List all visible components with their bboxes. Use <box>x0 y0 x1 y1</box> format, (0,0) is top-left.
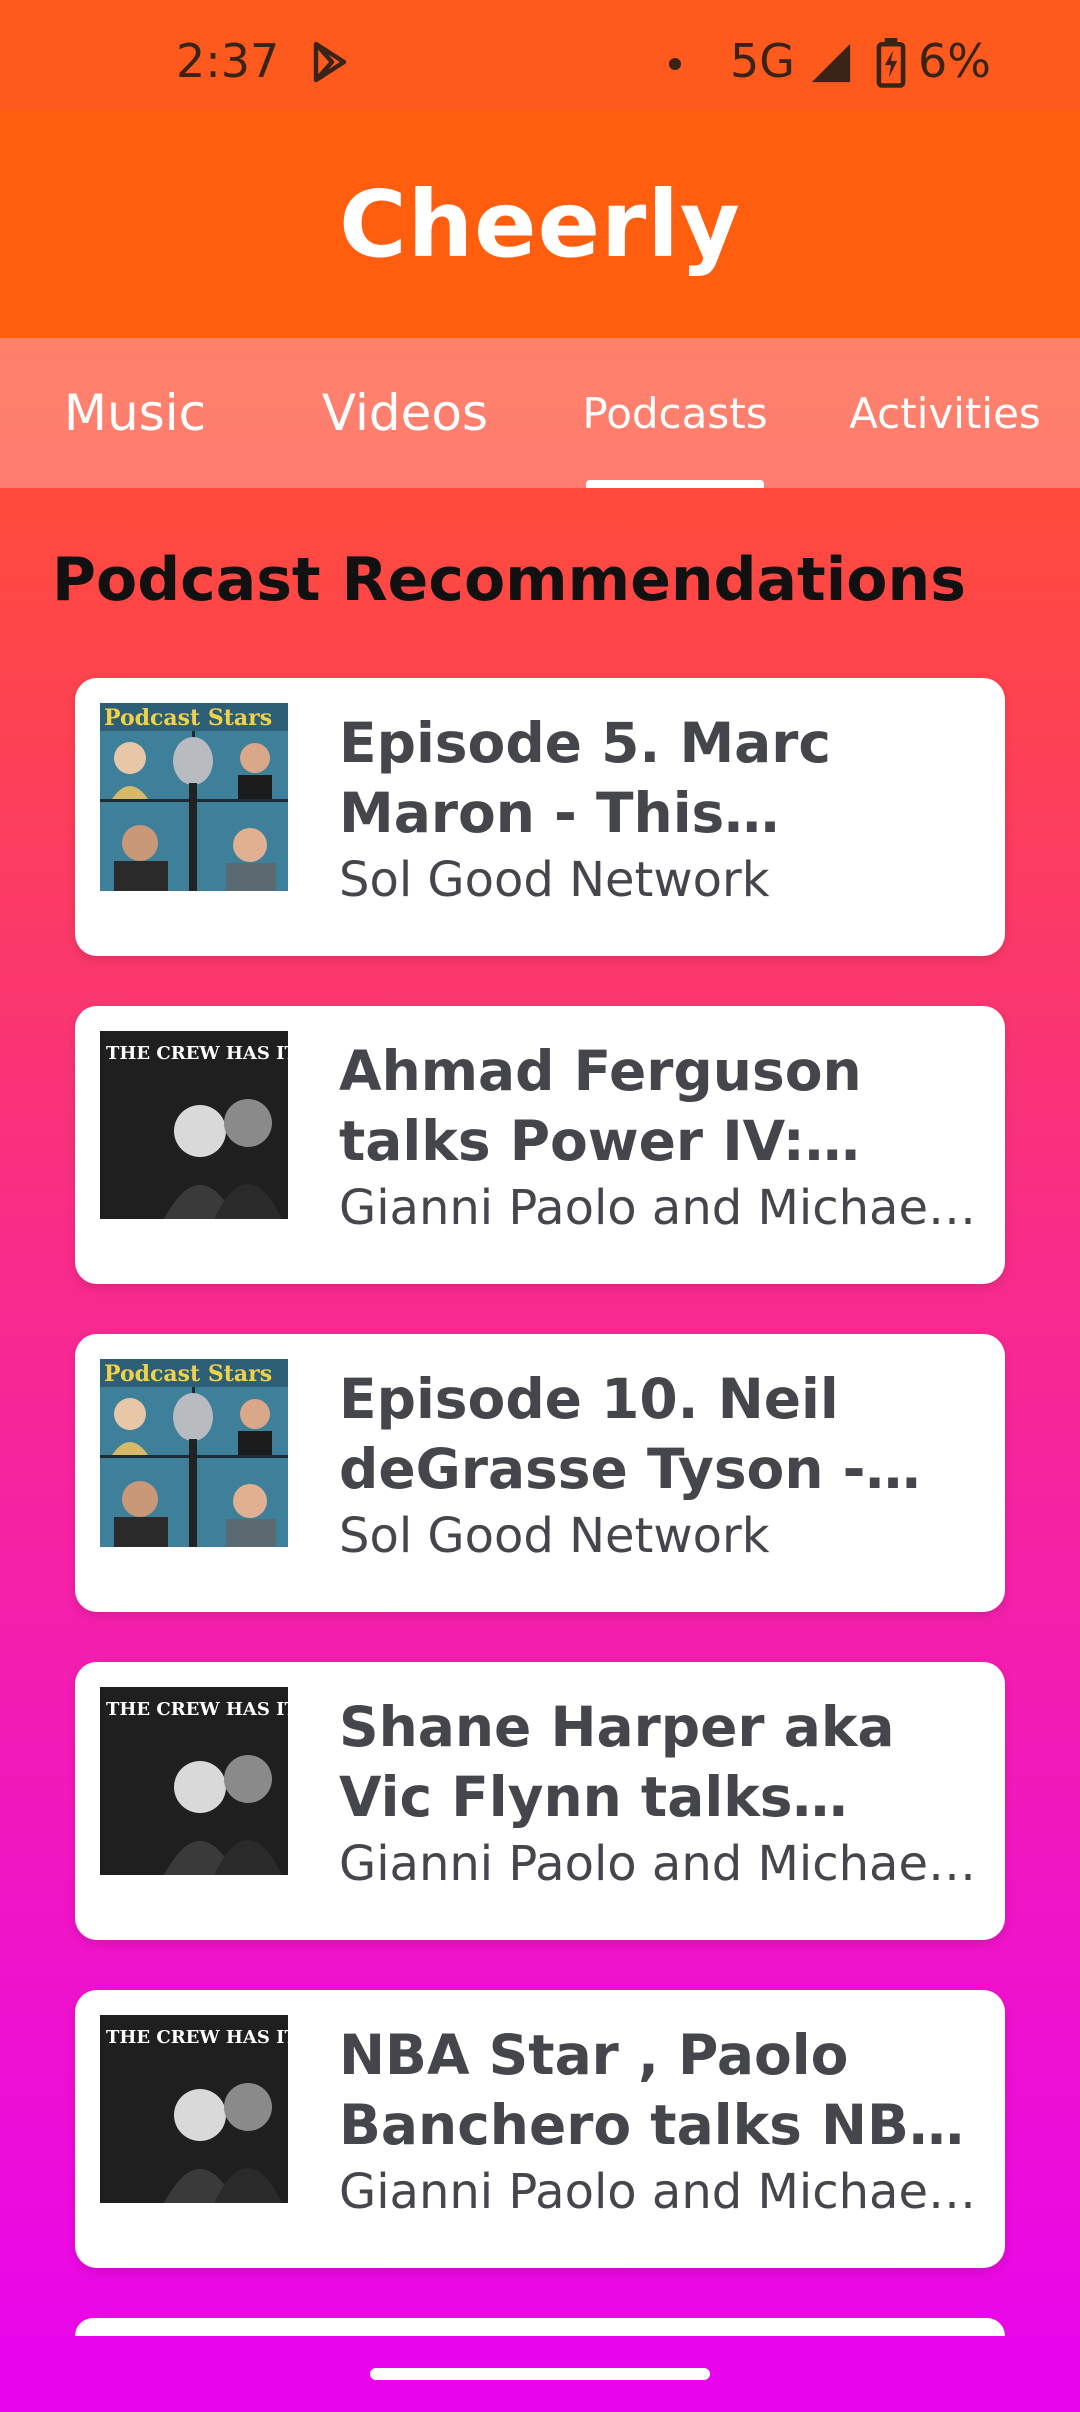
episode-title: NBA Star , Paolo Banchero talks NBA Draf… <box>339 2023 952 2157</box>
signal-icon <box>811 43 851 83</box>
svg-text:THE CREW HAS IT: THE CREW HAS IT <box>106 2027 288 2048</box>
tab-podcasts[interactable]: Podcasts <box>540 338 810 488</box>
svg-text:Podcast Stars: Podcast Stars <box>104 1361 272 1387</box>
crew-has-it-artwork: THE CREW HAS IT <box>100 1687 288 1875</box>
section-title: Podcast Recommendations <box>52 545 966 615</box>
podcast-stars-artwork: Podcast Stars <box>100 703 288 891</box>
podcast-card[interactable]: THE CREW HAS IT Shane Harper aka Vic Fly… <box>75 1662 1005 1940</box>
svg-text:THE CREW HAS IT: THE CREW HAS IT <box>106 1043 288 1064</box>
status-bar: 2:37 5G 6% <box>0 0 1080 110</box>
podcast-card[interactable]: Podcast Stars Episode 10. Neil deGrasse … <box>75 1334 1005 1612</box>
network-type: 5G <box>730 34 795 88</box>
crew-has-it-artwork: THE CREW HAS IT <box>100 2015 288 2203</box>
svg-text:THE CREW HAS IT: THE CREW HAS IT <box>106 1699 288 1720</box>
episode-title: Shane Harper aka Vic Flynn talks Power I… <box>339 1695 895 1829</box>
episode-author: Gianni Paolo and Michael Rainey Jr. <box>339 1836 989 1892</box>
episode-title: Ahmad Ferguson talks Power IV: Force <box>339 1039 862 1173</box>
tab-videos[interactable]: Videos <box>270 338 540 488</box>
tab-activities[interactable]: Activities <box>810 338 1080 488</box>
tab-selected-indicator <box>586 480 764 488</box>
podcast-stars-artwork: Podcast Stars <box>100 1359 288 1547</box>
podcast-card[interactable]: THE CREW HAS IT Ahmad Ferguson talks Pow… <box>75 1006 1005 1284</box>
episode-author: Sol Good Network <box>339 852 770 908</box>
podcast-card[interactable]: THE CREW HAS IT NBA Star , Paolo Bancher… <box>75 1990 1005 2268</box>
app-bar: Cheerly <box>0 110 1080 338</box>
podcast-list: Podcast Stars Episode 5. Marc Maron - Th… <box>75 678 1005 2318</box>
tab-bar: Music Videos Podcasts Activities <box>0 338 1080 488</box>
status-time: 2:37 <box>176 34 280 88</box>
home-indicator[interactable] <box>370 2368 710 2380</box>
episode-title: Episode 10. Neil deGrasse Tyson - Podcas… <box>339 1367 866 1501</box>
crew-has-it-artwork: THE CREW HAS IT <box>100 1031 288 1219</box>
podcast-card-partial[interactable] <box>75 2318 1005 2336</box>
episode-title: Episode 5. Marc Maron - This American Li… <box>339 711 832 845</box>
episode-author: Sol Good Network <box>339 1508 770 1564</box>
tab-music[interactable]: Music <box>0 338 270 488</box>
battery-charging-icon <box>876 38 906 88</box>
svg-text:Podcast Stars: Podcast Stars <box>104 705 272 731</box>
episode-author: Gianni Paolo and Michael Rainey Jr. <box>339 1180 989 1236</box>
battery-percent: 6% <box>918 34 991 88</box>
app-title: Cheerly <box>339 170 741 278</box>
play-store-icon <box>313 41 347 83</box>
episode-author: Gianni Paolo and Michael Rainey Jr. <box>339 2164 989 2220</box>
notification-dot-icon <box>669 58 681 70</box>
podcast-card[interactable]: Podcast Stars Episode 5. Marc Maron - Th… <box>75 678 1005 956</box>
